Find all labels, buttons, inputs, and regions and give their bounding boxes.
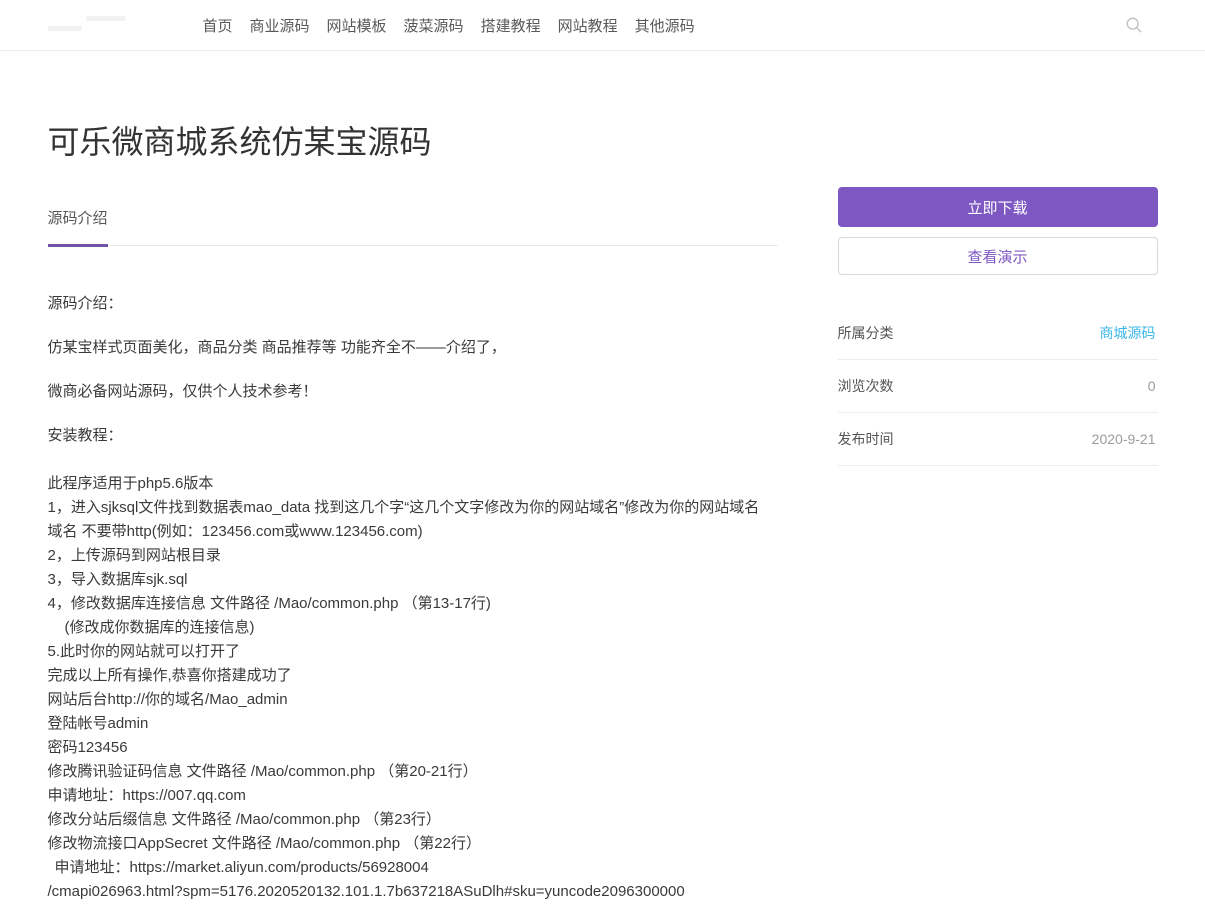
logo-mark bbox=[48, 26, 82, 31]
step-line: 登陆帐号admin bbox=[48, 712, 778, 736]
step-line: 3，导入数据库sjk.sql bbox=[48, 568, 778, 592]
article-column: 可乐微商城系统仿某宝源码 源码介绍 源码介绍： 仿某宝样式页面美化，商品分类 商… bbox=[48, 51, 778, 904]
step-line: 完成以上所有操作,恭喜你搭建成功了 bbox=[48, 664, 778, 688]
publish-date: 2020-9-21 bbox=[1092, 431, 1156, 447]
nav-item-bocai-code[interactable]: 菠菜源码 bbox=[404, 15, 464, 36]
nav-item-site-tutorials[interactable]: 网站教程 bbox=[558, 15, 618, 36]
views-count: 0 bbox=[1148, 378, 1156, 394]
meta-label: 浏览次数 bbox=[838, 376, 894, 396]
nav-item-site-templates[interactable]: 网站模板 bbox=[327, 15, 387, 36]
step-line: 网站后台http://你的域名/Mao_admin bbox=[48, 688, 778, 712]
step-line: 修改分站后缀信息 文件路径 /Mao/common.php （第23行） bbox=[48, 808, 778, 832]
search-icon bbox=[1125, 16, 1143, 34]
article-paragraph: 源码介绍： bbox=[48, 296, 778, 312]
step-line: 4，修改数据库连接信息 文件路径 /Mao/common.php （第13-17… bbox=[48, 592, 778, 616]
step-line: 申请地址：https://007.qq.com bbox=[48, 784, 778, 808]
tab-source-intro[interactable]: 源码介绍 bbox=[48, 207, 108, 247]
step-line: 此程序适用于php5.6版本 bbox=[48, 472, 778, 496]
meta-label: 发布时间 bbox=[838, 429, 894, 449]
site-header: 首页 商业源码 网站模板 菠菜源码 搭建教程 网站教程 其他源码 bbox=[0, 0, 1205, 51]
page-title: 可乐微商城系统仿某宝源码 bbox=[48, 123, 778, 161]
search-button[interactable] bbox=[1122, 13, 1146, 37]
nav-item-setup-tutorials[interactable]: 搭建教程 bbox=[481, 15, 541, 36]
main-content: 可乐微商城系统仿某宝源码 源码介绍 源码介绍： 仿某宝样式页面美化，商品分类 商… bbox=[48, 51, 1158, 904]
meta-row-views: 浏览次数 0 bbox=[838, 360, 1158, 413]
site-logo[interactable] bbox=[48, 10, 158, 40]
step-line: 申请地址：https://market.aliyun.com/products/… bbox=[48, 856, 778, 880]
meta-row-publish-date: 发布时间 2020-9-21 bbox=[838, 413, 1158, 466]
nav-item-other-code[interactable]: 其他源码 bbox=[635, 15, 695, 36]
step-line: 5.此时你的网站就可以打开了 bbox=[48, 640, 778, 664]
tab-bar: 源码介绍 bbox=[48, 207, 778, 246]
meta-row-category: 所属分类 商城源码 bbox=[838, 307, 1158, 360]
article-paragraph: 仿某宝样式页面美化，商品分类 商品推荐等 功能齐全不——介绍了， bbox=[48, 340, 778, 356]
step-line: 密码123456 bbox=[48, 736, 778, 760]
category-link[interactable]: 商城源码 bbox=[1100, 323, 1156, 343]
step-line: 2，上传源码到网站根目录 bbox=[48, 544, 778, 568]
step-line: (修改成你数据库的连接信息) bbox=[48, 616, 778, 640]
step-line: 1，进入sjksql文件找到数据表mao_data 找到这几个字“这几个文字修改… bbox=[48, 496, 778, 520]
nav-item-home[interactable]: 首页 bbox=[203, 15, 233, 36]
meta-label: 所属分类 bbox=[838, 323, 894, 343]
download-button[interactable]: 立即下载 bbox=[838, 187, 1158, 227]
article-paragraph: 微商必备网站源码，仅供个人技术参考！ bbox=[48, 384, 778, 400]
step-line: 域名 不要带http(例如：123456.com或www.123456.com) bbox=[48, 520, 778, 544]
sidebar: 立即下载 查看演示 所属分类 商城源码 浏览次数 0 发布时间 2020-9-2… bbox=[838, 51, 1158, 466]
nav-item-commercial-code[interactable]: 商业源码 bbox=[250, 15, 310, 36]
install-steps: 此程序适用于php5.6版本 1，进入sjksql文件找到数据表mao_data… bbox=[48, 472, 778, 904]
step-line: 修改腾讯验证码信息 文件路径 /Mao/common.php （第20-21行） bbox=[48, 760, 778, 784]
view-demo-button[interactable]: 查看演示 bbox=[838, 237, 1158, 275]
main-nav: 首页 商业源码 网站模板 菠菜源码 搭建教程 网站教程 其他源码 bbox=[203, 15, 695, 36]
article-body: 源码介绍： 仿某宝样式页面美化，商品分类 商品推荐等 功能齐全不——介绍了， 微… bbox=[48, 296, 778, 904]
article-paragraph: 安装教程： bbox=[48, 428, 778, 444]
logo-mark bbox=[86, 16, 126, 21]
step-line: /cmapi026963.html?spm=5176.2020520132.10… bbox=[48, 880, 778, 904]
step-line: 修改物流接口AppSecret 文件路径 /Mao/common.php （第2… bbox=[48, 832, 778, 856]
meta-list: 所属分类 商城源码 浏览次数 0 发布时间 2020-9-21 bbox=[838, 307, 1158, 466]
